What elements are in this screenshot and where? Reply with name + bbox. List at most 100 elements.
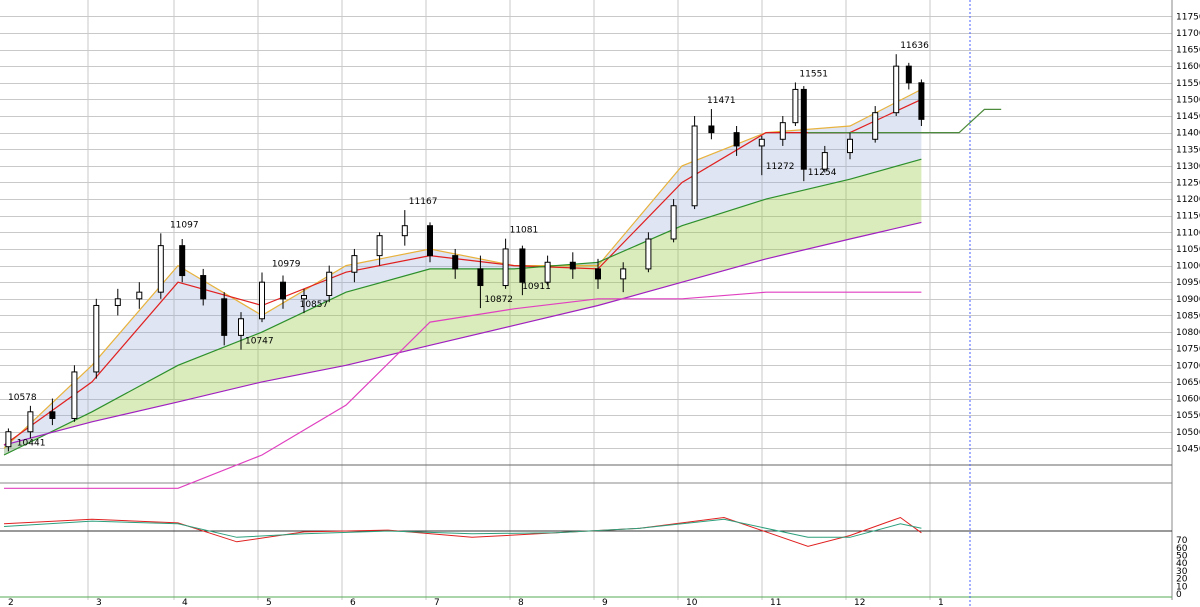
y-tick-label: 11250 (1176, 178, 1200, 188)
candlestick-chart: 1175011700116501160011550115001145011400… (0, 0, 1200, 607)
y-tick-label: 11400 (1176, 129, 1200, 139)
y-tick-label: 10950 (1176, 278, 1200, 288)
candle-body (136, 291, 143, 300)
candle-body (301, 294, 307, 300)
rsi-tick-label: 0 (1176, 590, 1182, 600)
price-annotation: 11471 (707, 96, 736, 106)
y-tick-label: 11700 (1176, 29, 1200, 39)
y-tick-label: 11650 (1176, 46, 1200, 56)
candle-body (71, 371, 78, 419)
candle-body (427, 225, 433, 257)
candle-body (918, 82, 925, 120)
y-tick-label: 10600 (1176, 395, 1200, 405)
candle-body (114, 298, 121, 306)
candle-body (27, 411, 34, 433)
candle-body (401, 225, 408, 237)
candle-body (758, 138, 765, 147)
candle-body (157, 245, 164, 293)
candle-body (259, 281, 265, 320)
x-month-label: 12 (854, 598, 865, 607)
y-tick-label: 10550 (1176, 411, 1200, 421)
price-annotation: 11167 (409, 197, 438, 207)
x-month-label: 7 (434, 598, 440, 607)
y-tick-label: 10900 (1176, 295, 1200, 305)
candle-body (200, 275, 207, 300)
candle-body (326, 271, 333, 296)
y-tick-label: 10500 (1176, 428, 1200, 438)
candle-body (905, 65, 912, 84)
candle-body (620, 268, 627, 280)
candle-body (792, 88, 799, 124)
candle-body (519, 248, 526, 283)
price-annotation: 10857 (300, 300, 329, 310)
candle-body (821, 152, 828, 170)
chart-stage: 1175011700116501160011550115001145011400… (0, 0, 1200, 607)
candle-body (708, 125, 715, 134)
price-annotation: 10979 (272, 260, 301, 270)
x-month-label: 9 (602, 598, 608, 607)
candle-body (645, 238, 652, 270)
candle-body (544, 261, 551, 283)
candle-body (691, 125, 698, 207)
y-tick-label: 10800 (1176, 328, 1200, 338)
price-annotation: 10747 (245, 337, 274, 347)
x-month-label: 3 (96, 598, 102, 607)
price-annotation: 11254 (808, 168, 837, 178)
y-tick-label: 11200 (1176, 195, 1200, 205)
x-month-label: 11 (770, 598, 781, 607)
x-month-label: 8 (518, 598, 524, 607)
candle-body (670, 205, 677, 240)
price-annotation: 11081 (510, 226, 539, 236)
x-month-label: 1 (938, 598, 944, 607)
candle-body (238, 318, 244, 336)
y-tick-label: 11100 (1176, 228, 1200, 238)
x-month-label: 5 (266, 598, 272, 607)
candle-body (452, 255, 459, 270)
y-tick-label: 11550 (1176, 79, 1200, 89)
price-annotation: 11636 (900, 41, 929, 51)
x-month-label: 10 (686, 598, 698, 607)
candle-body (595, 268, 601, 280)
y-tick-label: 11000 (1176, 262, 1200, 272)
candle-body (93, 304, 100, 373)
price-annotation: 10441 (17, 438, 46, 448)
y-tick-label: 11750 (1176, 12, 1200, 22)
y-tick-label: 10450 (1176, 444, 1200, 454)
y-tick-label: 10850 (1176, 311, 1200, 321)
y-tick-label: 11450 (1176, 112, 1200, 122)
candle-body (800, 88, 807, 170)
y-tick-label: 10650 (1176, 378, 1200, 388)
y-tick-label: 11500 (1176, 95, 1200, 105)
price-annotation: 11272 (766, 162, 795, 172)
candle-body (179, 245, 186, 277)
candle-body (221, 298, 228, 336)
candle-body (872, 112, 879, 140)
x-month-label: 2 (8, 598, 14, 607)
y-tick-label: 11050 (1176, 245, 1200, 255)
candle-body (49, 411, 56, 419)
candle-body (5, 431, 12, 448)
y-tick-label: 11150 (1176, 212, 1200, 222)
y-tick-label: 11300 (1176, 162, 1200, 172)
candle-body (733, 132, 740, 147)
candle-body (779, 122, 786, 140)
candle-body (847, 138, 853, 154)
x-month-label: 6 (350, 598, 356, 607)
price-annotation: 10872 (484, 295, 513, 305)
candle-body (893, 65, 900, 114)
price-annotation: 10578 (8, 393, 37, 403)
x-month-label: 4 (182, 598, 188, 607)
price-annotation: 11097 (170, 220, 199, 230)
candle-body (280, 281, 286, 300)
candle-body (477, 268, 484, 287)
price-annotation: 10911 (522, 282, 551, 292)
y-tick-label: 10700 (1176, 361, 1200, 371)
candle-body (502, 248, 509, 287)
y-tick-label: 10750 (1176, 345, 1200, 355)
y-tick-label: 11600 (1176, 62, 1200, 72)
candle-body (376, 235, 383, 257)
candle-body (351, 255, 358, 273)
candle-body (569, 261, 576, 270)
y-tick-label: 11350 (1176, 145, 1200, 155)
price-annotation: 11551 (799, 69, 828, 79)
